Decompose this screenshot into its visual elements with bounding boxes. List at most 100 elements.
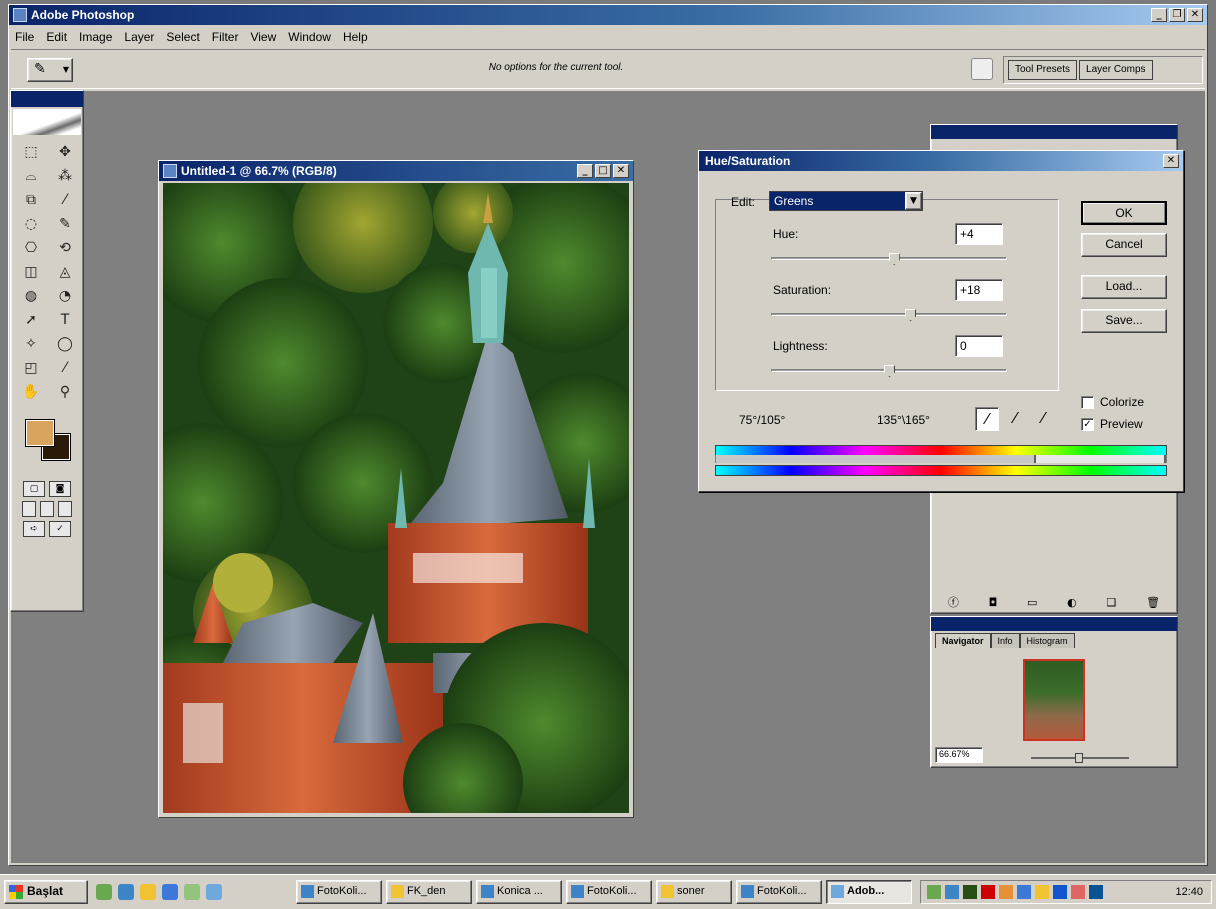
taskbar-item-fk-den[interactable]: FK_den [386,880,472,904]
tray-bluetooth-icon[interactable] [1089,885,1103,899]
layers-palette-title-bar[interactable] [931,125,1177,139]
menu-window[interactable]: Window [288,30,331,44]
document-title-bar[interactable]: Untitled-1 @ 66.7% (RGB/8) _ □ ✕ [159,161,633,181]
taskbar-item-konica[interactable]: Konica ... [476,880,562,904]
chevron-down-icon[interactable]: ▼ [905,192,922,210]
imageready-icon[interactable]: ✓ [49,521,71,537]
restore-button[interactable]: ❐ [1169,8,1185,22]
eyedropper-plus-icon[interactable]: ⁄ [1003,407,1027,431]
menu-image[interactable]: Image [79,30,112,44]
lasso-tool-icon[interactable]: ⌓ [17,165,45,187]
dodge-tool-icon[interactable]: ◔ [51,285,79,307]
edit-dropdown[interactable]: Greens [769,191,923,211]
taskbar-item-fotokoli-1[interactable]: FotoKoli... [296,880,382,904]
ok-button[interactable]: OK [1081,201,1167,225]
menu-edit[interactable]: Edit [46,30,67,44]
app-title-bar[interactable]: Adobe Photoshop _ ❐ ✕ [9,5,1207,25]
tray-update-icon[interactable] [1071,885,1085,899]
range-selector-fill[interactable] [1034,455,1166,463]
tray-monitor-icon[interactable] [945,885,959,899]
doc-minimize-button[interactable]: _ [577,164,593,178]
foreground-color-swatch[interactable] [25,419,55,447]
dialog-close-button[interactable]: ✕ [1163,154,1179,168]
messenger-icon[interactable] [206,884,222,900]
jump-to-imageready-icon[interactable]: ➪ [23,521,45,537]
outlook-icon[interactable] [162,884,178,900]
magic-wand-tool-icon[interactable]: ⁂ [51,165,79,187]
music-icon[interactable] [184,884,200,900]
path-selection-tool-icon[interactable]: ➚ [17,309,45,331]
eyedropper-minus-icon[interactable]: ⁄ [1031,407,1055,431]
marquee-tool-icon[interactable]: ⬚ [17,141,45,163]
lightness-value-field[interactable]: 0 [955,335,1003,357]
clone-stamp-tool-icon[interactable]: ⎔ [17,237,45,259]
menu-filter[interactable]: Filter [212,30,239,44]
tab-info[interactable]: Info [990,633,1020,648]
tray-volume-icon[interactable] [1035,885,1049,899]
taskbar-item-fotokoli-2[interactable]: FotoKoli... [566,880,652,904]
file-browser-icon[interactable] [971,58,993,80]
colorize-checkbox-row[interactable]: Colorize [1081,395,1144,409]
tray-usb-icon[interactable] [999,885,1013,899]
tray-app-icon[interactable] [963,885,977,899]
new-layer-icon[interactable]: ❑ [1107,596,1117,609]
tray-messenger-icon[interactable] [1017,885,1031,899]
taskbar-item-fotokoli-3[interactable]: FotoKoli... [736,880,822,904]
menu-layer[interactable]: Layer [124,30,154,44]
paint-bucket-tool-icon[interactable]: ◬ [51,261,79,283]
tray-antivirus-icon[interactable] [981,885,995,899]
hand-tool-icon[interactable]: ✋ [17,381,45,403]
slice-tool-icon[interactable]: ⁄ [51,189,79,211]
healing-brush-tool-icon[interactable]: ◌ [17,213,45,235]
desktop-icon[interactable] [96,884,112,900]
photo-canvas[interactable] [163,183,629,813]
pen-tool-icon[interactable]: ✧ [17,333,45,355]
saturation-value-field[interactable]: +18 [955,279,1003,301]
eyedropper-tool-icon[interactable]: ⁄ [51,357,79,379]
adobe-feather-logo[interactable] [13,109,81,135]
navigator-zoom-knob[interactable] [1075,753,1083,763]
toolbox-title-bar[interactable] [11,91,83,107]
range-selector-bar[interactable] [715,455,1167,463]
crop-tool-icon[interactable]: ⧉ [17,189,45,211]
menu-select[interactable]: Select [166,30,199,44]
preview-checkbox[interactable]: ✓ [1081,417,1094,431]
navigator-thumbnail[interactable] [1023,659,1085,741]
tool-preset-picker[interactable]: ✎ ▼ [27,58,73,82]
full-screen-menu-mode-icon[interactable] [40,501,54,517]
standard-mode-icon[interactable]: ▢ [23,481,45,497]
doc-maximize-button[interactable]: □ [595,164,611,178]
save-button[interactable]: Save... [1081,309,1167,333]
browser-icon[interactable] [118,884,134,900]
colorize-checkbox[interactable] [1081,395,1094,409]
load-button[interactable]: Load... [1081,275,1167,299]
eraser-tool-icon[interactable]: ◫ [17,261,45,283]
shape-tool-icon[interactable]: ◯ [51,333,79,355]
navigator-zoom-field[interactable]: 66.67% [935,747,983,763]
hue-value-field[interactable]: +4 [955,223,1003,245]
taskbar-item-adobe[interactable]: Adob... [826,880,912,904]
notes-tool-icon[interactable]: ◰ [17,357,45,379]
move-tool-icon[interactable]: ✥ [51,141,79,163]
eyedropper-icon[interactable]: ⁄ [975,407,999,431]
brush-tool-icon[interactable]: ✎ [51,213,79,235]
standard-screen-mode-icon[interactable] [22,501,36,517]
type-tool-icon[interactable]: T [51,309,79,331]
tab-navigator[interactable]: Navigator [935,633,991,648]
tray-network-icon[interactable] [927,885,941,899]
navigator-palette-title-bar[interactable] [931,617,1177,631]
full-screen-mode-icon[interactable] [58,501,72,517]
tab-layer-comps[interactable]: Layer Comps [1079,60,1153,80]
saturation-slider-track[interactable] [771,313,1007,316]
delete-layer-icon[interactable]: 🗑 [1146,596,1160,609]
history-brush-tool-icon[interactable]: ⟲ [51,237,79,259]
preview-checkbox-row[interactable]: ✓ Preview [1081,417,1143,431]
cancel-button[interactable]: Cancel [1081,233,1167,257]
zoom-tool-icon[interactable]: ⚲ [51,381,79,403]
tab-histogram[interactable]: Histogram [1019,633,1075,648]
tab-tool-presets[interactable]: Tool Presets [1008,60,1078,80]
layer-mask-icon[interactable]: ◘ [989,596,998,609]
layer-style-icon[interactable]: ⓕ [948,594,959,610]
menu-view[interactable]: View [250,30,276,44]
doc-close-button[interactable]: ✕ [613,164,629,178]
